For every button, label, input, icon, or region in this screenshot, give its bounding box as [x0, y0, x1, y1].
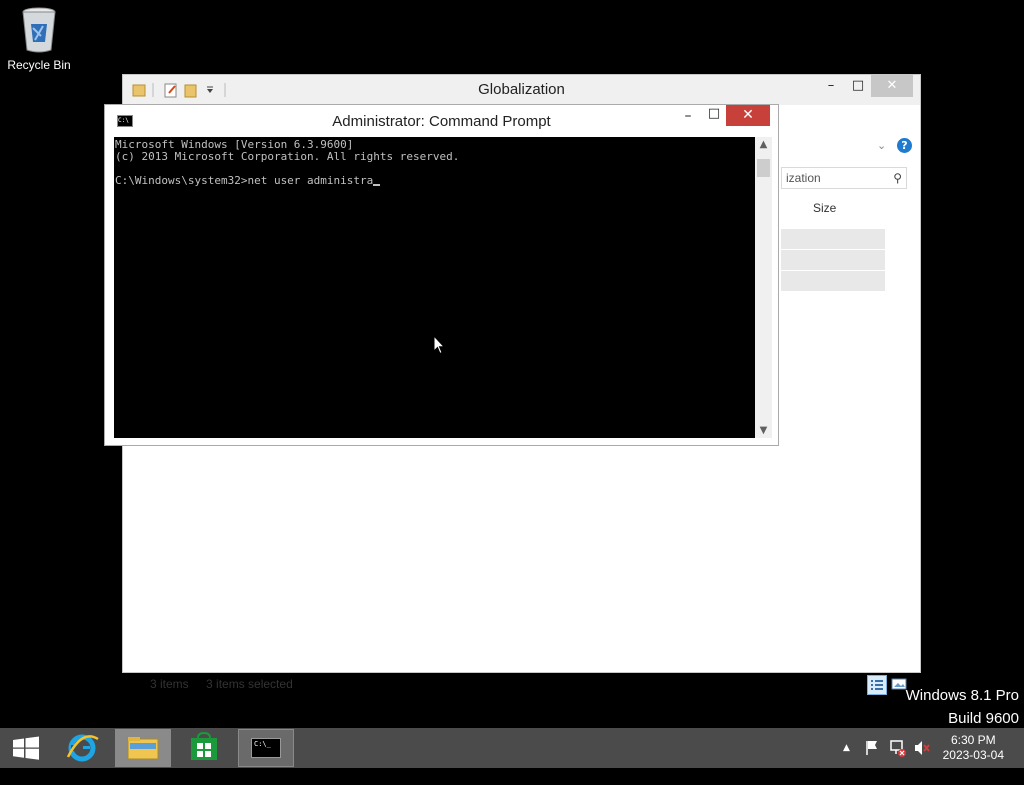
- console-output[interactable]: Microsoft Windows [Version 6.3.9600] (c) …: [114, 137, 755, 438]
- cmd-close-button[interactable]: ✕: [726, 105, 770, 126]
- cmd-maximize-button[interactable]: □: [703, 103, 725, 125]
- command-prompt-icon-text: C:\_: [254, 740, 271, 748]
- help-icon[interactable]: ?: [897, 138, 912, 153]
- start-button[interactable]: [0, 729, 56, 767]
- console-command: C:\Windows\system32>net user administra: [115, 174, 374, 187]
- command-prompt-icon: C:\_: [251, 738, 281, 758]
- console-line: (c) 2013 Microsoft Corporation. All righ…: [115, 150, 460, 163]
- watermark-edition: Windows 8.1 Pro: [905, 687, 1019, 704]
- taskbar-file-explorer[interactable]: [115, 729, 171, 767]
- scroll-thumb[interactable]: [757, 159, 770, 177]
- ribbon-expand-icon[interactable]: ⌄: [877, 139, 886, 152]
- taskbar-store[interactable]: [176, 729, 232, 767]
- clock-date: 2023-03-04: [942, 748, 1004, 762]
- explorer-statusbar: 3 items 3 items selected: [150, 677, 307, 691]
- cmd-minimize-button[interactable]: –: [677, 105, 699, 127]
- taskbar-command-prompt[interactable]: C:\_: [238, 729, 294, 767]
- explorer-maximize-button[interactable]: □: [847, 75, 869, 97]
- search-input[interactable]: ization ⚲: [781, 167, 907, 189]
- recycle-bin[interactable]: Recycle Bin: [4, 6, 74, 72]
- details-view-button[interactable]: [867, 675, 887, 695]
- status-selected-count: 3 items selected: [206, 677, 293, 691]
- taskbar-internet-explorer[interactable]: [54, 729, 110, 767]
- details-view-icon: [871, 680, 883, 690]
- explorer-titlebar[interactable]: Globalization – □ ✕: [123, 75, 920, 105]
- ribbon-controls: ⌄ ?: [779, 137, 919, 157]
- action-center-flag-icon[interactable]: [864, 728, 880, 768]
- search-icon[interactable]: ⚲: [893, 168, 902, 188]
- status-item-count: 3 items: [150, 677, 189, 691]
- network-disconnected-icon[interactable]: [889, 728, 907, 768]
- recycle-bin-label: Recycle Bin: [7, 58, 71, 72]
- cmd-titlebar[interactable]: C:\ Administrator: Command Prompt – □ ✕: [105, 105, 778, 137]
- windows-watermark: Windows 8.1 Pro Build 9600: [906, 684, 1019, 730]
- watermark-build: Build 9600: [948, 710, 1019, 727]
- console-input-line: C:\Windows\system32>net user administra: [115, 175, 755, 187]
- list-item[interactable]: [781, 229, 885, 250]
- store-icon: [191, 731, 217, 760]
- internet-explorer-icon: [66, 734, 99, 762]
- list-item[interactable]: [781, 250, 885, 271]
- explorer-title: Globalization: [478, 81, 565, 98]
- file-explorer-icon: [127, 737, 159, 760]
- scroll-down-icon[interactable]: ▼: [755, 425, 772, 436]
- text-cursor: [373, 175, 381, 186]
- search-input-text: ization: [786, 171, 821, 185]
- clock-time: 6:30 PM: [950, 733, 996, 747]
- show-hidden-icons-button[interactable]: ▲: [843, 728, 850, 768]
- column-header-size[interactable]: Size: [813, 201, 836, 215]
- windows-logo-icon: [13, 736, 39, 760]
- recycle-bin-icon: [19, 6, 59, 54]
- explorer-close-button[interactable]: ✕: [871, 75, 913, 97]
- mouse-pointer-icon: [433, 335, 445, 355]
- taskbar: C:\_ ▲ 6:30 PM 2023-03-04: [0, 728, 1024, 768]
- cmd-vertical-scrollbar[interactable]: ▲ ▼: [755, 137, 772, 438]
- list-item[interactable]: [781, 271, 885, 292]
- explorer-minimize-button[interactable]: –: [820, 75, 842, 97]
- volume-muted-icon[interactable]: [913, 728, 931, 768]
- command-prompt-window[interactable]: C:\ Administrator: Command Prompt – □ ✕ …: [104, 104, 779, 446]
- taskbar-clock[interactable]: 6:30 PM 2023-03-04: [943, 733, 1004, 763]
- scroll-up-icon[interactable]: ▲: [755, 139, 772, 150]
